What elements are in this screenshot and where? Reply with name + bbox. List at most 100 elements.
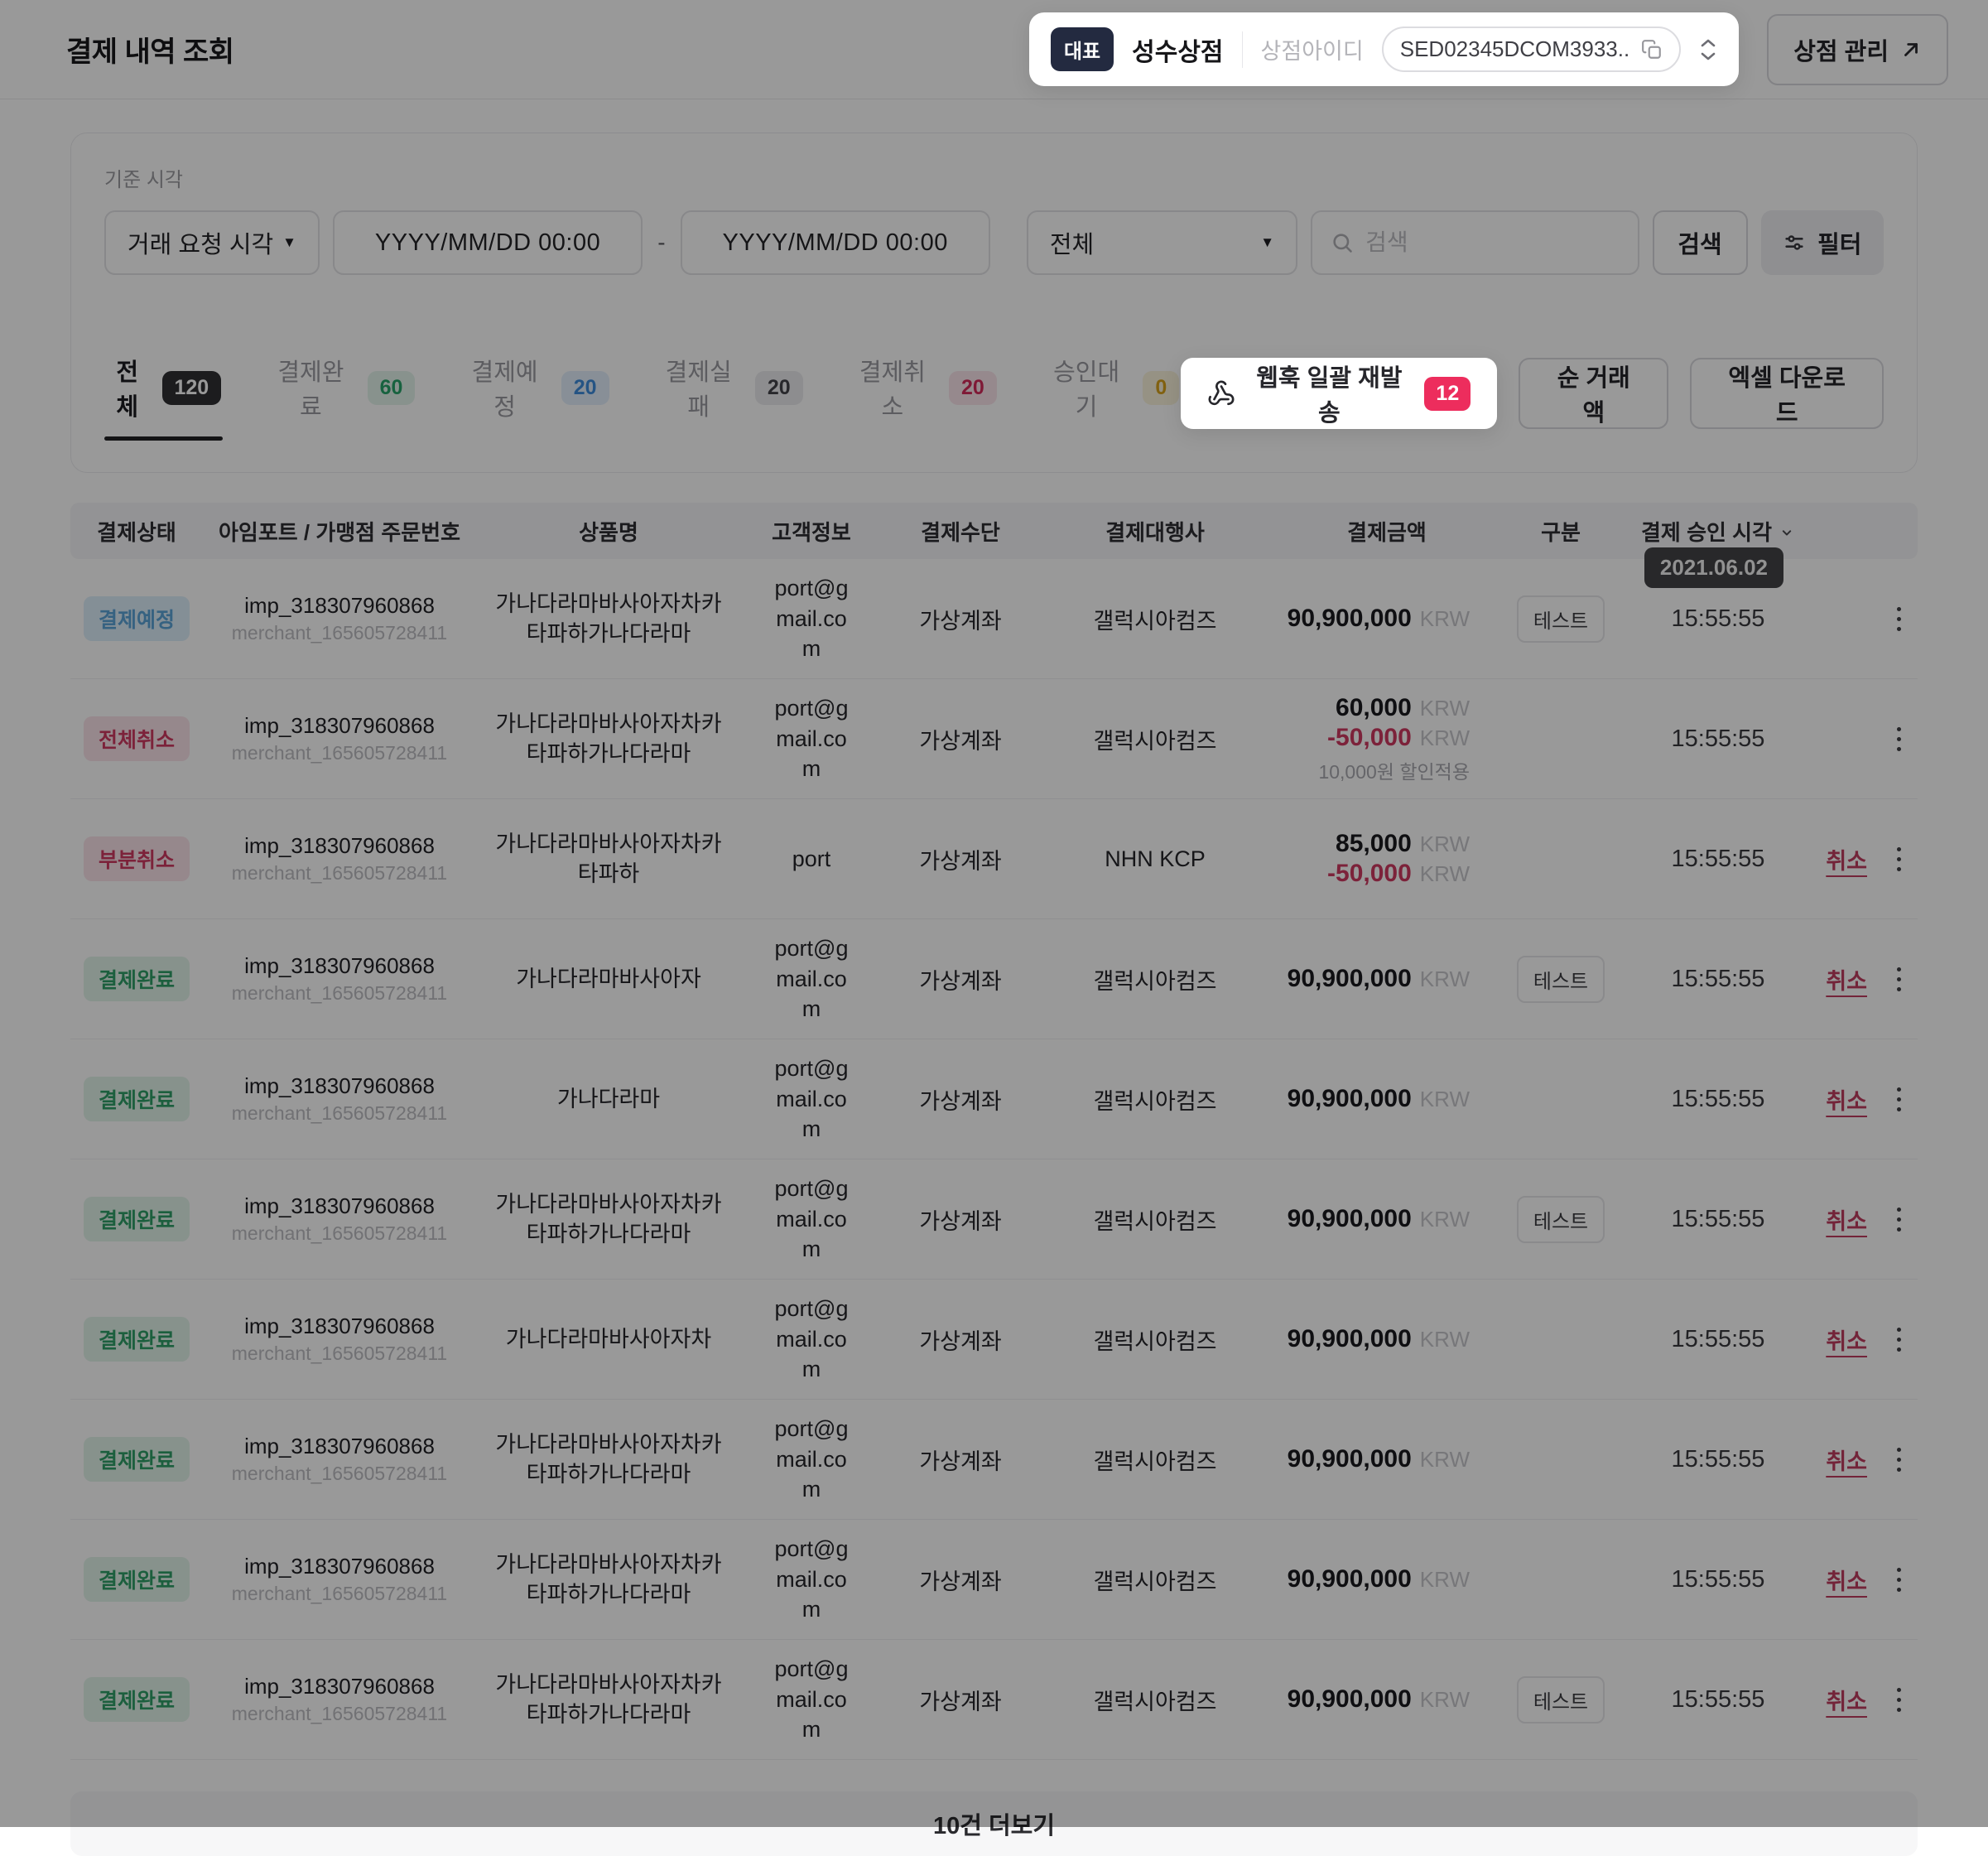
tab-전체[interactable]: 전체120	[104, 348, 223, 439]
pg-provider: NHN KCP	[1039, 846, 1271, 872]
product-name: 가나다라마바사아자차카타파하	[492, 829, 725, 889]
category-badge: 테스트	[1517, 1676, 1605, 1723]
status-badge: 결제완료	[84, 957, 190, 1001]
cancel-link[interactable]: 취소	[1826, 1323, 1867, 1356]
merchant-uid: merchant_165605728411	[232, 742, 447, 764]
payment-method: 가상계좌	[882, 723, 1039, 755]
merchant-uid: merchant_165605728411	[232, 622, 447, 644]
kebab-menu-icon[interactable]	[1892, 1443, 1906, 1477]
column-header: 결제금액	[1271, 516, 1503, 547]
pg-provider: 갤럭시아컴즈	[1039, 1323, 1271, 1356]
customer-cell: port@gmail.com	[741, 1414, 882, 1504]
excel-download-button[interactable]: 엑셀 다운로드	[1690, 358, 1884, 429]
cancel-link[interactable]: 취소	[1826, 843, 1867, 875]
cancel-link[interactable]: 취소	[1826, 1684, 1867, 1716]
cancel-link[interactable]: 취소	[1826, 1444, 1867, 1476]
customer-info: port@gmail.com	[768, 1294, 855, 1384]
date-from-input[interactable]: YYYY/MM/DD 00:00	[333, 210, 643, 275]
status-filter-value: 전체	[1050, 225, 1094, 260]
row-actions	[1817, 722, 1918, 756]
net-amount-button[interactable]: 순 거래액	[1519, 358, 1668, 429]
customer-info: port@gmail.com	[768, 1534, 855, 1624]
tab-결제실패[interactable]: 결제실패20	[654, 348, 805, 439]
customer-info: port@gmail.com	[768, 1654, 855, 1744]
store-select-chevrons-icon[interactable]	[1699, 38, 1717, 61]
merchant-uid: merchant_165605728411	[232, 1222, 447, 1245]
amount-cell: 90,900,000KRW	[1271, 1445, 1503, 1473]
table-row: 부분취소 imp_318307960868 merchant_165605728…	[70, 799, 1918, 919]
customer-info: port@gmail.com	[768, 573, 855, 663]
imp-uid: imp_318307960868	[244, 1434, 435, 1459]
status-cell: 결제완료	[70, 1557, 203, 1602]
store-id-pill[interactable]: SED02345DCOM3933..	[1382, 27, 1681, 72]
filter-base-time-label: 기준 시각	[104, 163, 1884, 192]
filter-button[interactable]: 필터	[1761, 210, 1885, 275]
copy-icon[interactable]	[1641, 39, 1663, 60]
status-filter-dropdown[interactable]: 전체 ▼	[1027, 210, 1297, 275]
column-header: 고객정보	[741, 516, 882, 547]
kebab-menu-icon[interactable]	[1892, 842, 1906, 876]
customer-cell: port@gmail.com	[741, 1053, 882, 1144]
payment-method: 가상계좌	[882, 1083, 1039, 1116]
kebab-menu-icon[interactable]	[1892, 1563, 1906, 1597]
pg-provider: 갤럭시아컴즈	[1039, 1083, 1271, 1116]
kebab-menu-icon[interactable]	[1892, 602, 1906, 636]
tab-결제완료[interactable]: 결제완료60	[266, 348, 416, 439]
customer-info: port@gmail.com	[768, 1414, 855, 1504]
tab-결제예정[interactable]: 결제예정20	[460, 348, 610, 439]
search-box[interactable]	[1311, 210, 1639, 275]
approved-time: 15:55:55	[1619, 605, 1817, 633]
kebab-menu-icon[interactable]	[1892, 962, 1906, 996]
cancel-link[interactable]: 취소	[1826, 1083, 1867, 1116]
order-cell: imp_318307960868 merchant_165605728411	[203, 953, 476, 1005]
row-actions: 취소	[1817, 1323, 1918, 1357]
filter-row: 거래 요청 시각 ▼ YYYY/MM/DD 00:00 - YYYY/MM/DD…	[104, 210, 1884, 275]
amount-cell: 90,900,000KRW	[1271, 1085, 1503, 1113]
topbar-right: 대표 성수상점 상점아이디 SED02345DCOM3933.. 상점 관리	[1029, 12, 1948, 86]
cancel-link[interactable]: 취소	[1826, 963, 1867, 995]
order-cell: imp_318307960868 merchant_165605728411	[203, 1674, 476, 1725]
product-name: 가나다라마바사아자차카타파하가나다라마	[492, 1670, 725, 1730]
cancel-link[interactable]: 취소	[1826, 1564, 1867, 1596]
store-manage-button[interactable]: 상점 관리	[1767, 14, 1948, 85]
action-buttons: 웹훅 일괄 재발송 12 순 거래액 엑셀 다운로드	[1181, 358, 1884, 429]
webhook-bulk-resend-button[interactable]: 웹훅 일괄 재발송 12	[1181, 358, 1497, 429]
approved-time: 15:55:55	[1619, 1326, 1817, 1353]
approved-time: 15:55:55	[1619, 726, 1817, 753]
kebab-menu-icon[interactable]	[1892, 1203, 1906, 1237]
approved-time: 15:55:55	[1619, 1566, 1817, 1593]
kebab-menu-icon[interactable]	[1892, 722, 1906, 756]
date-to-input[interactable]: YYYY/MM/DD 00:00	[681, 210, 990, 275]
category-cell: 테스트	[1503, 1196, 1619, 1243]
status-cell: 전체취소	[70, 716, 203, 761]
tab-승인대기[interactable]: 승인대기0	[1042, 348, 1181, 439]
cancel-link[interactable]: 취소	[1826, 1203, 1867, 1236]
column-header: 결제대행사	[1039, 516, 1271, 547]
date-type-dropdown[interactable]: 거래 요청 시각 ▼	[104, 210, 320, 275]
kebab-menu-icon[interactable]	[1892, 1323, 1906, 1357]
approved-time: 15:55:55	[1619, 1686, 1817, 1714]
kebab-menu-icon[interactable]	[1892, 1082, 1906, 1116]
product-name: 가나다라마바사아자차카타파하가나다라마	[492, 1189, 725, 1250]
imp-uid: imp_318307960868	[244, 1073, 435, 1099]
customer-cell: port@gmail.com	[741, 1534, 882, 1624]
kebab-menu-icon[interactable]	[1892, 1683, 1906, 1717]
search-button[interactable]: 검색	[1653, 210, 1748, 275]
table-row: 결제완료 imp_318307960868 merchant_165605728…	[70, 1520, 1918, 1640]
status-cell: 결제완료	[70, 1437, 203, 1482]
column-header[interactable]: 결제 승인 시각	[1619, 516, 1817, 547]
pg-provider: 갤럭시아컴즈	[1039, 1564, 1271, 1596]
load-more-button[interactable]: 10건 더보기	[70, 1791, 1918, 1856]
pg-provider: 갤럭시아컴즈	[1039, 1444, 1271, 1476]
tab-결제취소[interactable]: 결제취소20	[848, 348, 999, 439]
merchant-uid: merchant_165605728411	[232, 1343, 447, 1365]
store-switcher[interactable]: 대표 성수상점 상점아이디 SED02345DCOM3933..	[1029, 12, 1739, 86]
payment-method: 가상계좌	[882, 1564, 1039, 1596]
product-name: 가나다라마바사아자차카타파하가나다라마	[492, 1550, 725, 1610]
order-cell: imp_318307960868 merchant_165605728411	[203, 1073, 476, 1125]
page: 결제 내역 조회 대표 성수상점 상점아이디 SED02345DCOM3933.…	[0, 0, 1988, 1856]
row-actions	[1817, 602, 1918, 636]
search-input[interactable]	[1365, 229, 1620, 256]
product-cell: 가나다라마	[476, 1084, 741, 1114]
product-cell: 가나다라마바사아자차	[476, 1324, 741, 1354]
